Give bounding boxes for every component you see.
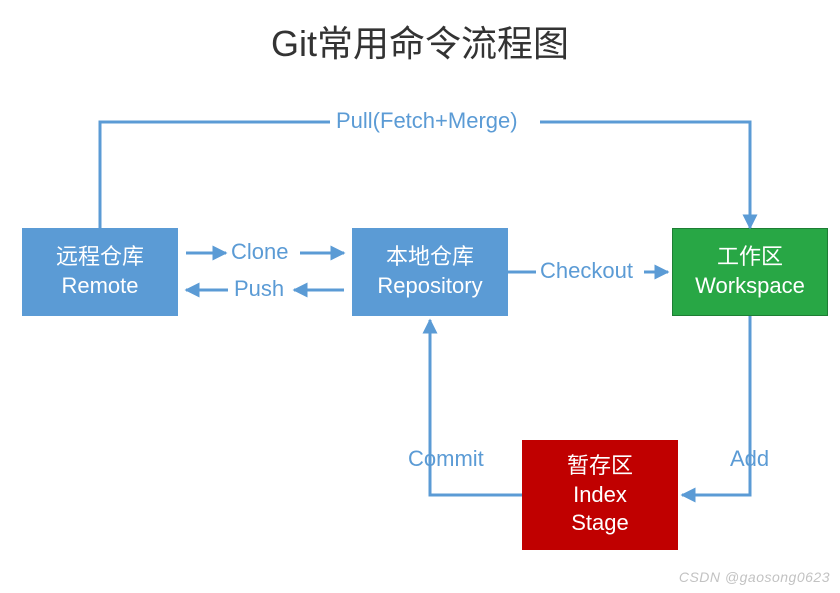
node-repository: 本地仓库 Repository	[352, 228, 508, 316]
node-remote-line1: 远程仓库	[56, 243, 144, 272]
edge-label-add: Add	[730, 446, 769, 472]
edge-label-push: Push	[234, 276, 284, 302]
node-workspace: 工作区 Workspace	[672, 228, 828, 316]
diagram-title: Git常用命令流程图	[0, 0, 840, 67]
node-workspace-line1: 工作区	[717, 243, 783, 272]
node-repository-line1: 本地仓库	[386, 243, 474, 272]
node-remote-line2: Remote	[61, 272, 138, 301]
edge-label-clone: Clone	[231, 239, 288, 265]
watermark: CSDN @gaosong0623	[679, 569, 830, 585]
arrow-pull	[100, 122, 750, 228]
edge-label-checkout: Checkout	[540, 258, 633, 284]
node-workspace-line2: Workspace	[695, 272, 805, 301]
node-index-line3: Stage	[571, 509, 629, 538]
node-index-line1: 暂存区	[567, 452, 633, 481]
node-index: 暂存区 Index Stage	[522, 440, 678, 550]
node-remote: 远程仓库 Remote	[22, 228, 178, 316]
node-index-line2: Index	[573, 481, 627, 510]
node-repository-line2: Repository	[377, 272, 482, 301]
edge-label-commit: Commit	[408, 446, 484, 472]
edge-label-pull: Pull(Fetch+Merge)	[336, 108, 518, 134]
